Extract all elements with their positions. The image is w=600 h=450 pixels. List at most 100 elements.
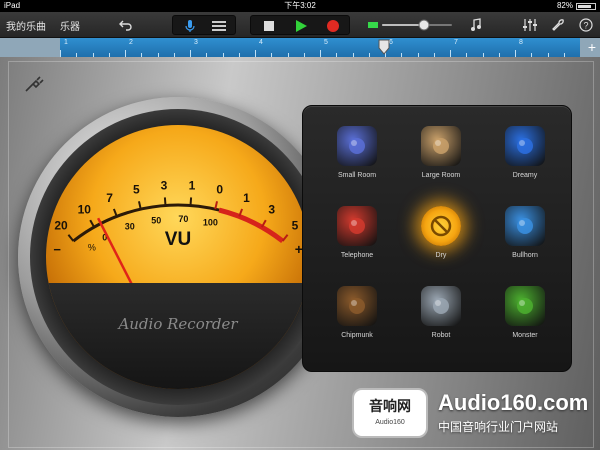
vu-brand-text: Audio Recorder: [118, 315, 238, 333]
ruler-label: 2: [129, 39, 133, 46]
large-room-icon: [421, 126, 461, 166]
vu-scale-label: 7: [106, 191, 113, 205]
effect-label: Robot: [431, 332, 451, 339]
vu-percent-label: 50: [151, 216, 161, 226]
effect-label: Chipmunk: [341, 332, 373, 339]
bullhorn-icon: [505, 206, 545, 246]
timeline-ruler[interactable]: 12345678 +: [0, 38, 600, 57]
battery-status: 82%: [557, 0, 596, 12]
ruler-label: 4: [259, 39, 263, 46]
battery-percent: 82%: [556, 1, 573, 10]
effect-small-room[interactable]: Small Room: [317, 120, 397, 200]
effect-label: Monster: [512, 332, 538, 339]
battery-icon: [576, 2, 596, 10]
telephone-icon: [337, 206, 377, 246]
vu-scale-tick: [112, 208, 118, 217]
instruments-button[interactable]: 乐器: [60, 18, 80, 33]
transport-controls: [250, 15, 350, 35]
add-section-icon[interactable]: +: [588, 39, 596, 55]
vu-scale-label: 3: [268, 203, 275, 217]
ruler-tick: [450, 50, 451, 57]
vu-scale-tick: [189, 197, 193, 206]
ruler-tick: [60, 50, 61, 57]
effect-label: Telephone: [340, 252, 374, 259]
playhead-icon[interactable]: [378, 39, 390, 55]
vu-meter: 20 10 7 5 3 1 0 1 3 5 0 30 50 70 100% − + VU Audio Recor…: [18, 97, 338, 417]
monster-icon: [505, 286, 545, 326]
tracks-view-button[interactable]: [207, 16, 231, 36]
ruler-track[interactable]: 12345678: [60, 38, 580, 57]
ruler-tick: [515, 50, 516, 57]
volume-level-indicator: [368, 22, 378, 28]
mic-view-button[interactable]: [179, 16, 201, 36]
record-button[interactable]: [321, 16, 345, 36]
vu-percent-label: 100: [203, 217, 218, 227]
vu-percent-label: 70: [178, 214, 188, 224]
effect-label: Dreamy: [512, 172, 538, 179]
watermark-slogan: 中国音响行业门户网站: [438, 420, 559, 434]
watermark-site: Audio160.com: [438, 390, 589, 415]
voice-effects-panel: Small Room Large Room Dreamy Telephone Dry Bu…: [302, 105, 572, 372]
dreamy-icon: [505, 126, 545, 166]
watermark-logo: 音响网 Audio160: [352, 388, 428, 438]
vu-scale-label: 5: [133, 183, 140, 197]
effect-chipmunk[interactable]: Chipmunk: [317, 280, 397, 360]
ruler-label: 5: [324, 39, 328, 46]
effect-dreamy[interactable]: Dreamy: [485, 120, 565, 200]
mixer-icon: [523, 19, 537, 31]
chipmunk-icon: [337, 286, 377, 326]
music-note-icon: [471, 18, 481, 31]
effect-label: Small Room: [337, 172, 377, 179]
watermark-badge-cn: 音响网: [369, 398, 411, 414]
effect-dry[interactable]: Dry: [401, 200, 481, 280]
watermark-badge-en: Audio160: [375, 419, 405, 426]
tracks-icon: [212, 21, 226, 31]
ruler-label: 1: [64, 39, 68, 46]
vu-scale-label: 3: [161, 179, 168, 193]
vu-scale-tick: [163, 197, 167, 206]
robot-icon: [421, 286, 461, 326]
input-settings-icon[interactable]: [22, 73, 44, 95]
effect-monster[interactable]: Monster: [485, 280, 565, 360]
ruler-label: 7: [454, 39, 458, 46]
svg-text:?: ?: [583, 21, 588, 31]
effect-large-room[interactable]: Large Room: [401, 120, 481, 200]
vu-scale-label: 10: [78, 203, 92, 217]
ruler-tick: [320, 50, 321, 57]
loops-button[interactable]: [466, 15, 486, 35]
status-time: 下午3:02: [284, 1, 316, 10]
wrench-icon: [552, 19, 564, 31]
ruler-tick: [255, 50, 256, 57]
stop-icon: [264, 21, 274, 31]
my-songs-button[interactable]: 我的乐曲: [6, 18, 46, 33]
vu-meter-lower-panel: [46, 283, 310, 389]
mixer-button[interactable]: [520, 15, 540, 35]
vu-label: VU: [164, 229, 192, 250]
undo-icon: [119, 20, 132, 31]
effect-label: Large Room: [421, 172, 461, 179]
effect-robot[interactable]: Robot: [401, 280, 481, 360]
undo-button[interactable]: [116, 15, 136, 35]
play-icon: [296, 20, 307, 32]
record-icon: [327, 20, 339, 32]
status-bar: iPad 下午3:02 82%: [0, 0, 600, 12]
play-button[interactable]: [289, 16, 313, 36]
effect-label: Bullhorn: [512, 252, 538, 259]
stop-button[interactable]: [257, 16, 281, 36]
effect-telephone[interactable]: Telephone: [317, 200, 397, 280]
volume-knob: [418, 19, 430, 31]
small-room-icon: [337, 126, 377, 166]
effect-bullhorn[interactable]: Bullhorn: [485, 200, 565, 280]
effect-label: Dry: [435, 252, 447, 259]
volume-fill: [382, 24, 424, 26]
dry-icon: [421, 206, 461, 246]
volume-slider[interactable]: [366, 15, 454, 35]
view-toggle: [172, 15, 236, 35]
ruler-tick: [125, 50, 126, 57]
settings-button[interactable]: [548, 15, 568, 35]
microphone-icon: [185, 20, 195, 32]
help-button[interactable]: ?: [576, 15, 596, 35]
vu-scale-label: 0: [216, 183, 223, 197]
ruler-tick: [190, 50, 191, 57]
toolbar: 我的乐曲 乐器 ?: [0, 12, 600, 38]
